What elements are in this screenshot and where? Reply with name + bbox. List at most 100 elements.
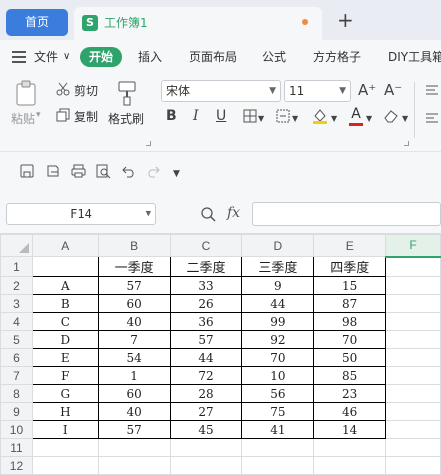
border-icon[interactable]: [243, 109, 257, 123]
align-left-icon[interactable]: [426, 112, 438, 124]
cell[interactable]: [313, 456, 387, 475]
file-chevron-icon[interactable]: ∨: [63, 49, 70, 65]
chevron-down-icon[interactable]: ▼: [331, 111, 337, 127]
merge-cells-icon[interactable]: [276, 109, 290, 123]
cell[interactable]: [385, 294, 441, 313]
cell[interactable]: 7: [97, 330, 171, 349]
cell[interactable]: 46: [313, 402, 387, 421]
cell[interactable]: H: [31, 402, 99, 421]
export-icon[interactable]: [46, 164, 60, 178]
cell[interactable]: 60: [97, 294, 171, 313]
menu-insert[interactable]: 插入: [138, 49, 162, 65]
formula-input[interactable]: [252, 202, 441, 226]
menu-diy-toolbox[interactable]: DIY工具箱: [388, 49, 441, 65]
cell[interactable]: 54: [97, 348, 171, 367]
cell[interactable]: 85: [313, 366, 387, 385]
cell[interactable]: 56: [241, 384, 315, 403]
row-header[interactable]: 1: [0, 256, 33, 277]
format-painter-label[interactable]: 格式刷: [108, 110, 144, 127]
font-expand-icon[interactable]: [404, 141, 409, 146]
cell[interactable]: [385, 366, 441, 385]
name-box[interactable]: F14 ▼: [6, 203, 156, 225]
column-header-f[interactable]: F: [385, 234, 441, 258]
paste-icon[interactable]: [14, 80, 38, 106]
cell[interactable]: 27: [169, 402, 243, 421]
align-icon[interactable]: [426, 84, 438, 96]
font-color-icon[interactable]: A: [349, 107, 363, 126]
menu-start[interactable]: 开始: [80, 47, 122, 67]
document-tab[interactable]: S 工作簿1: [74, 7, 322, 40]
cell[interactable]: 1: [97, 366, 171, 385]
cell[interactable]: 45: [169, 420, 243, 439]
column-header-c[interactable]: C: [169, 234, 243, 257]
cell[interactable]: [97, 456, 171, 475]
cell[interactable]: A: [31, 276, 99, 295]
paste-dropdown-icon[interactable]: ▾: [36, 110, 41, 120]
cell[interactable]: 41: [241, 420, 315, 439]
copy-icon[interactable]: [56, 108, 70, 122]
cell[interactable]: 98: [313, 312, 387, 331]
row-header[interactable]: 5: [0, 330, 33, 349]
cell[interactable]: [385, 256, 441, 277]
print-preview-icon[interactable]: [96, 164, 111, 179]
row-header[interactable]: 7: [0, 366, 33, 385]
cell[interactable]: [241, 438, 315, 457]
cell[interactable]: 40: [97, 312, 171, 331]
cell[interactable]: 50: [313, 348, 387, 367]
column-header-b[interactable]: B: [97, 234, 171, 257]
cell[interactable]: 三季度: [241, 256, 315, 277]
cell[interactable]: 四季度: [313, 256, 387, 277]
cell[interactable]: 一季度: [97, 256, 171, 277]
format-painter-icon[interactable]: [116, 80, 138, 106]
cell[interactable]: 33: [169, 276, 243, 295]
grow-font-icon[interactable]: A⁺: [358, 82, 376, 98]
column-header-e[interactable]: E: [313, 234, 387, 257]
cell[interactable]: [31, 256, 99, 277]
cell[interactable]: E: [31, 348, 99, 367]
cell[interactable]: 15: [313, 276, 387, 295]
cell[interactable]: 70: [313, 330, 387, 349]
customize-toolbar-icon[interactable]: ▼: [173, 166, 180, 182]
function-icon[interactable]: fx: [227, 205, 240, 221]
cell[interactable]: 70: [241, 348, 315, 367]
cell[interactable]: 14: [313, 420, 387, 439]
row-header[interactable]: 6: [0, 348, 33, 367]
cell[interactable]: [385, 438, 441, 457]
cell[interactable]: [385, 348, 441, 367]
bold-button[interactable]: B: [166, 108, 177, 124]
cell[interactable]: 23: [313, 384, 387, 403]
row-header[interactable]: 4: [0, 312, 33, 331]
clipboard-expand-icon[interactable]: [146, 141, 151, 146]
cell[interactable]: F: [31, 366, 99, 385]
chevron-down-icon[interactable]: ▼: [258, 111, 264, 127]
paste-label[interactable]: 粘贴: [11, 110, 35, 127]
cell[interactable]: 10: [241, 366, 315, 385]
menu-formula[interactable]: 公式: [262, 49, 286, 65]
cell[interactable]: 92: [241, 330, 315, 349]
shrink-font-icon[interactable]: A⁻: [384, 82, 402, 98]
cell[interactable]: [97, 438, 171, 457]
cell[interactable]: 57: [169, 330, 243, 349]
cell[interactable]: [241, 456, 315, 475]
column-header-d[interactable]: D: [241, 234, 315, 257]
underline-button[interactable]: U: [216, 108, 226, 124]
print-icon[interactable]: [71, 164, 86, 178]
cell[interactable]: I: [31, 420, 99, 439]
cell[interactable]: 99: [241, 312, 315, 331]
chevron-down-icon[interactable]: ▼: [366, 111, 372, 127]
cell[interactable]: [385, 312, 441, 331]
font-size-select[interactable]: 11 ▼: [284, 80, 351, 102]
cell[interactable]: D: [31, 330, 99, 349]
cell[interactable]: 44: [241, 294, 315, 313]
cell[interactable]: G: [31, 384, 99, 403]
cell[interactable]: [169, 456, 243, 475]
zoom-icon[interactable]: [200, 206, 216, 222]
cell[interactable]: 60: [97, 384, 171, 403]
copy-label[interactable]: 复制: [74, 108, 98, 125]
cell[interactable]: 72: [169, 366, 243, 385]
cell[interactable]: [385, 384, 441, 403]
cell[interactable]: 75: [241, 402, 315, 421]
row-header[interactable]: 12: [0, 456, 33, 475]
cell[interactable]: [385, 456, 441, 475]
cell[interactable]: [385, 330, 441, 349]
